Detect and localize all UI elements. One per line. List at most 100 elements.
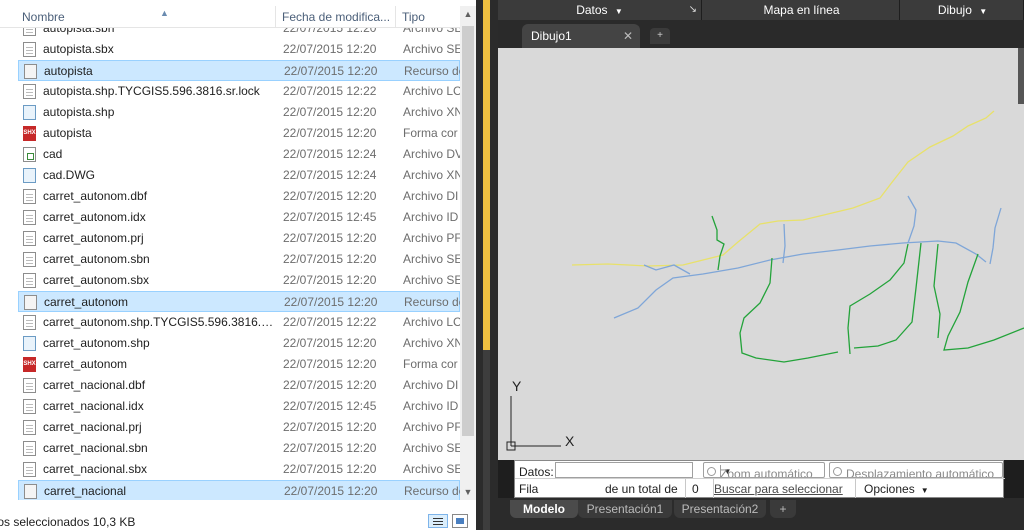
desplazamiento-automatico-checkbox[interactable]: Desplazamiento automático bbox=[829, 462, 1003, 478]
new-tab-icon[interactable]: + bbox=[650, 28, 670, 44]
column-type[interactable]: Tipo bbox=[398, 6, 460, 28]
file-date: 22/07/2015 12:20 bbox=[283, 189, 377, 203]
file-date: 22/07/2015 12:24 bbox=[283, 147, 377, 161]
drawing-svg: Y X bbox=[506, 110, 1024, 451]
ribbon-dibujo[interactable]: Dibujo ▼ bbox=[902, 0, 1024, 20]
panel-launcher-icon[interactable]: ↘ bbox=[689, 0, 697, 20]
column-date[interactable]: Fecha de modifica... bbox=[278, 6, 396, 28]
file-row[interactable]: carret_autonom.sbx 22/07/2015 12:20 Archiv… bbox=[18, 270, 460, 291]
file-row[interactable]: carret_autonom.idx 22/07/2015 12:45 Archiv… bbox=[18, 207, 460, 228]
record-icon bbox=[24, 64, 37, 79]
autopista-polyline[interactable] bbox=[571, 110, 995, 267]
file-row[interactable]: carret_nacional.idx 22/07/2015 12:45 Archi… bbox=[18, 396, 460, 417]
details-view-icon[interactable] bbox=[428, 514, 448, 528]
doc-icon bbox=[23, 315, 36, 330]
file-type: Archivo ID bbox=[403, 399, 459, 413]
file-row[interactable]: carret_nacional 22/07/2015 12:20 Recurso d… bbox=[18, 480, 460, 500]
file-type: Archivo SE bbox=[403, 42, 460, 56]
file-date: 22/07/2015 12:20 bbox=[283, 231, 377, 245]
autocad-window: Datos ▼ ↘ Mapa en línea Dibujo ▼ Dibujo1… bbox=[498, 0, 1024, 530]
file-type: Archivo SB bbox=[403, 28, 460, 35]
file-row[interactable]: carret_nacional.sbx 22/07/2015 12:20 Archi… bbox=[18, 459, 460, 480]
tab-presentacion2[interactable]: Presentación2 bbox=[674, 500, 766, 518]
nacional-main-line[interactable] bbox=[613, 240, 987, 319]
file-date: 22/07/2015 12:20 bbox=[284, 484, 378, 498]
chevron-down-icon: ▼ bbox=[979, 7, 988, 16]
file-row[interactable]: carret_autonom 22/07/2015 12:20 Recurso de bbox=[18, 291, 460, 312]
file-type: Archivo LC bbox=[403, 315, 460, 329]
ribbon-datos[interactable]: Datos ▼ ↘ bbox=[498, 0, 702, 20]
tab-presentacion1[interactable]: Presentación1 bbox=[578, 500, 672, 518]
tiles-view-icon[interactable] bbox=[452, 514, 468, 528]
file-row[interactable]: carret_autonom.shp.TYCGIS5.596.3816.sr..… bbox=[18, 312, 460, 333]
xml-icon bbox=[23, 105, 36, 120]
sort-up-icon: ▲ bbox=[160, 8, 169, 18]
column-name[interactable]: Nombre ▲ bbox=[18, 6, 276, 28]
column-header: Nombre ▲ Fecha de modifica... Tipo bbox=[0, 6, 460, 28]
file-name: carret_nacional.sbn bbox=[43, 441, 148, 455]
ribbon-mapa-label: Mapa en línea bbox=[763, 3, 840, 17]
file-explorer: Nombre ▲ Fecha de modifica... Tipo autop… bbox=[0, 0, 476, 530]
scroll-thumb[interactable] bbox=[462, 26, 474, 436]
scroll-up-icon[interactable]: ▲ bbox=[460, 6, 476, 22]
autonom-line-2[interactable] bbox=[739, 257, 839, 363]
window-edge-highlight bbox=[483, 0, 490, 350]
file-row[interactable]: cad.DWG 22/07/2015 12:24 Archivo XN bbox=[18, 165, 460, 186]
file-row[interactable]: autopista.sbn 22/07/2015 12:20 Archivo SB bbox=[18, 28, 460, 39]
datos-select[interactable]: ▼ bbox=[555, 462, 731, 478]
file-row[interactable]: carret_autonom.dbf 22/07/2015 12:20 Archiv… bbox=[18, 186, 460, 207]
total-label: de un total de bbox=[605, 482, 678, 496]
file-date: 22/07/2015 12:20 bbox=[283, 378, 377, 392]
autonom-line-5[interactable] bbox=[933, 243, 941, 339]
tab-dibujo1[interactable]: Dibujo1 ✕ bbox=[522, 24, 640, 48]
file-name: carret_autonom bbox=[44, 295, 129, 309]
vertical-scrollbar[interactable]: ▲ ▼ bbox=[460, 6, 476, 500]
file-type: Recurso de bbox=[404, 484, 460, 498]
file-row[interactable]: carret_autonom.sbn 22/07/2015 12:20 Archiv… bbox=[18, 249, 460, 270]
ribbon-mapa-en-linea[interactable]: Mapa en línea bbox=[704, 0, 900, 20]
drawing-canvas[interactable]: Y X bbox=[498, 48, 1024, 460]
file-date: 22/07/2015 12:20 bbox=[283, 336, 377, 350]
file-row[interactable]: autopista.shp.TYCGIS5.596.3816.sr.lock 22… bbox=[18, 81, 460, 102]
column-type-label: Tipo bbox=[402, 10, 425, 24]
file-date: 22/07/2015 12:20 bbox=[283, 126, 377, 140]
close-icon[interactable]: ✕ bbox=[623, 24, 633, 48]
add-layout-icon[interactable]: + bbox=[770, 500, 796, 518]
tab-modelo[interactable]: Modelo bbox=[510, 500, 578, 518]
file-row[interactable]: cad 22/07/2015 12:24 Archivo DV bbox=[18, 144, 460, 165]
file-row[interactable]: carret_nacional.dbf 22/07/2015 12:20 Archi… bbox=[18, 375, 460, 396]
file-name: carret_autonom.prj bbox=[43, 231, 144, 245]
file-row[interactable]: SHX autopista 22/07/2015 12:20 Forma cor bbox=[18, 123, 460, 144]
autonom-line-6[interactable] bbox=[943, 253, 1024, 351]
file-name: cad bbox=[43, 147, 63, 161]
nacional-branch-3[interactable] bbox=[907, 195, 917, 244]
scroll-down-icon[interactable]: ▼ bbox=[460, 484, 476, 500]
file-date: 22/07/2015 12:45 bbox=[283, 399, 377, 413]
autonom-line-4[interactable] bbox=[853, 242, 922, 349]
canvas-scroll-thumb[interactable] bbox=[1018, 48, 1024, 104]
file-name: carret_autonom.shp bbox=[43, 336, 150, 350]
ribbon-panels: Datos ▼ ↘ Mapa en línea Dibujo ▼ bbox=[498, 0, 1024, 20]
file-type: Archivo XN bbox=[403, 105, 460, 119]
autonom-line-1[interactable] bbox=[711, 215, 725, 271]
file-row[interactable]: autopista 22/07/2015 12:20 Recurso de bbox=[18, 60, 460, 81]
file-row[interactable]: carret_autonom.shp 22/07/2015 12:20 Archiv… bbox=[18, 333, 460, 354]
nacional-branch-4[interactable] bbox=[989, 207, 1002, 265]
file-type: Archivo DI bbox=[403, 189, 459, 203]
buscar-para-seleccionar-link[interactable]: Buscar para seleccionar bbox=[713, 479, 843, 499]
file-row[interactable]: autopista.shp 22/07/2015 12:20 Archivo XN bbox=[18, 102, 460, 123]
file-date: 22/07/2015 12:20 bbox=[283, 420, 377, 434]
file-date: 22/07/2015 12:20 bbox=[283, 441, 377, 455]
carret-nacional-lines[interactable] bbox=[613, 195, 1002, 319]
file-type: Archivo SE bbox=[403, 273, 460, 287]
carret-autonom-lines[interactable] bbox=[711, 215, 1024, 363]
file-row[interactable]: SHX carret_autonom 22/07/2015 12:20 Forma c… bbox=[18, 354, 460, 375]
zoom-automatico-checkbox[interactable]: Zoom automático bbox=[703, 462, 825, 478]
ucs-icon bbox=[506, 396, 561, 451]
file-row[interactable]: autopista.sbx 22/07/2015 12:20 Archivo SE bbox=[18, 39, 460, 60]
file-row[interactable]: carret_nacional.sbn 22/07/2015 12:20 Archi… bbox=[18, 438, 460, 459]
doc-icon bbox=[23, 84, 36, 99]
doc-icon bbox=[23, 252, 36, 267]
file-row[interactable]: carret_nacional.prj 22/07/2015 12:20 Archi… bbox=[18, 417, 460, 438]
file-row[interactable]: carret_autonom.prj 22/07/2015 12:20 Archiv… bbox=[18, 228, 460, 249]
